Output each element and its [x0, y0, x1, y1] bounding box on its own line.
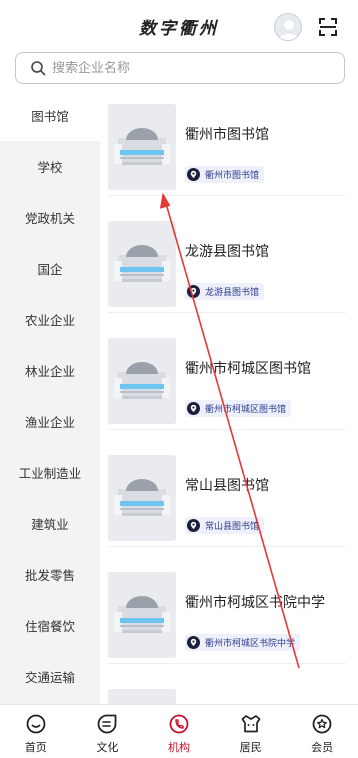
card-title: 衢州市图书馆 [185, 127, 269, 143]
library-building-icon [108, 455, 176, 541]
sidebar-item-school[interactable]: 学校 [0, 141, 100, 192]
tab-label: 首页 [24, 741, 47, 754]
location-pin-icon [187, 519, 200, 532]
tab-culture[interactable]: 文化 [72, 705, 144, 758]
sidebar-item-library[interactable]: 图书馆 [0, 90, 100, 141]
location-pin-icon [187, 285, 200, 298]
library-building-icon [108, 572, 176, 658]
card-title: 常山县图书馆 [185, 478, 269, 494]
building-thumbnail [108, 689, 176, 704]
sidebar-item-label: 住宿餐饮 [24, 619, 75, 634]
sidebar-item-label: 农业企业 [24, 313, 75, 328]
library-building-icon [108, 338, 176, 424]
location-tag[interactable]: 常山县图书馆 [185, 517, 265, 534]
app-header: 数字衢州 [0, 0, 358, 50]
culture-icon [98, 714, 117, 734]
sidebar-item-forestry[interactable]: 林业企业 [0, 345, 100, 396]
location-tag[interactable]: 衢州市柯城区图书馆 [185, 400, 292, 417]
list-item[interactable]: 常山县图书馆 常山县图书馆 [108, 447, 346, 547]
library-building-icon [108, 689, 176, 704]
sidebar-item-label: 交通运输 [24, 670, 75, 685]
category-sidebar: 图书馆 学校 党政机关 国企 农业企业 林业企业 渔业企业 工业制造业 建筑业 … [0, 90, 100, 704]
sidebar-item-state-enterprise[interactable]: 国企 [0, 243, 100, 294]
tag-label: 衢州市图书馆 [205, 171, 260, 181]
sidebar-item-label: 林业企业 [24, 364, 75, 379]
location-pin-icon [187, 636, 200, 649]
sidebar-item-label: 批发零售 [24, 568, 75, 583]
sidebar-item-label: 国企 [37, 262, 63, 277]
location-pin-icon [187, 168, 200, 181]
building-thumbnail [108, 221, 176, 307]
avatar[interactable] [274, 13, 302, 41]
location-pin-icon [187, 402, 200, 415]
institution-list: 衢州市图书馆 衢州市图书馆 龙游县图书馆 龙游县图书馆 衢州市柯城区图书馆 衢州… [100, 90, 358, 704]
sidebar-item-hospitality[interactable]: 住宿餐饮 [0, 600, 100, 651]
sidebar-item-label: 学校 [37, 160, 63, 175]
tab-label: 居民 [239, 741, 262, 754]
building-thumbnail [108, 455, 176, 541]
tab-residents[interactable]: 居民 [215, 705, 287, 758]
list-item[interactable]: 衢州市柯城区书院中学 衢州市柯城区书院中学 [108, 564, 346, 664]
card-title: 龙游县图书馆 [185, 244, 269, 260]
tab-member[interactable]: 会员 [286, 705, 358, 758]
institution-icon [169, 714, 189, 734]
tab-home[interactable]: 首页 [0, 705, 72, 758]
list-item[interactable]: 龙游县图书馆 龙游县图书馆 [108, 213, 346, 313]
tag-label: 龙游县图书馆 [205, 288, 260, 298]
list-item[interactable]: 衢州市柯城区图书馆 衢州市柯城区图书馆 [108, 330, 346, 430]
location-tag[interactable]: 龙游县图书馆 [185, 283, 265, 300]
sidebar-item-label: 党政机关 [24, 211, 75, 226]
building-thumbnail [108, 572, 176, 658]
sidebar-item-agriculture[interactable]: 农业企业 [0, 294, 100, 345]
search-input[interactable] [52, 60, 322, 76]
tab-label: 机构 [167, 741, 190, 754]
search-bar[interactable] [15, 52, 345, 84]
card-title: 衢州市柯城区图书馆 [185, 361, 311, 377]
sidebar-item-label: 渔业企业 [24, 415, 75, 430]
sidebar-item-label: 工业制造业 [18, 466, 82, 481]
list-item[interactable]: 衢州市图书馆 衢州市图书馆 [108, 96, 346, 196]
card-title: 衢州市柯城区书院中学 [185, 595, 325, 611]
sidebar-item-manufacturing[interactable]: 工业制造业 [0, 447, 100, 498]
tag-label: 衢州市柯城区图书馆 [205, 405, 287, 415]
sidebar-item-wholesale-retail[interactable]: 批发零售 [0, 549, 100, 600]
tag-label: 常山县图书馆 [205, 522, 260, 532]
building-thumbnail [108, 104, 176, 190]
library-building-icon [108, 104, 176, 190]
sidebar-item-party-government[interactable]: 党政机关 [0, 192, 100, 243]
library-building-icon [108, 221, 176, 307]
bottom-tab-bar: 首页 文化 机构 居民 会员 [0, 704, 358, 758]
sidebar-item-construction[interactable]: 建筑业 [0, 498, 100, 549]
building-thumbnail [108, 338, 176, 424]
sidebar-item-transport[interactable]: 交通运输 [0, 651, 100, 702]
location-tag[interactable]: 衢州市柯城区书院中学 [185, 634, 301, 651]
sidebar-item-label: 图书馆 [31, 109, 69, 124]
tab-label: 会员 [311, 741, 334, 754]
tag-label: 衢州市柯城区书院中学 [205, 639, 296, 649]
list-item[interactable] [108, 681, 346, 704]
member-icon [312, 714, 332, 734]
tab-label: 文化 [96, 741, 119, 754]
home-icon [26, 714, 46, 734]
tab-institution[interactable]: 机构 [143, 705, 215, 758]
location-tag[interactable]: 衢州市图书馆 [185, 166, 265, 183]
scan-icon[interactable] [318, 17, 338, 37]
search-icon [31, 61, 46, 76]
residents-icon [241, 715, 260, 733]
app-title: 数字衢州 [139, 19, 219, 39]
sidebar-item-fishery[interactable]: 渔业企业 [0, 396, 100, 447]
sidebar-item-label: 建筑业 [31, 517, 69, 532]
